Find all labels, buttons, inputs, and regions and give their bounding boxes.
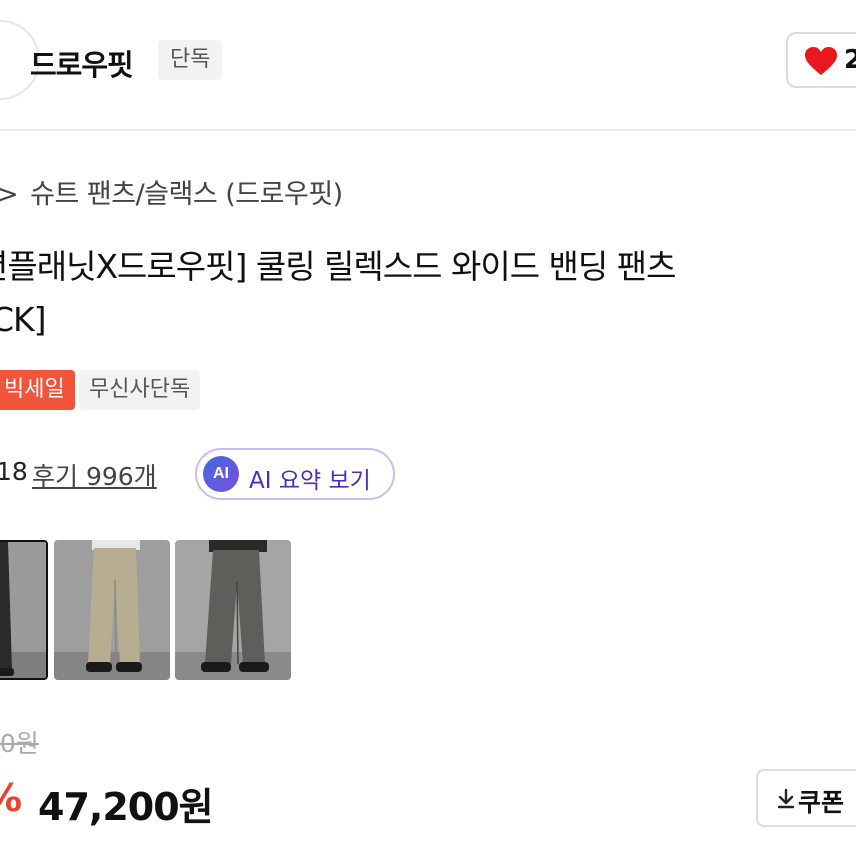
brand-exclusive-badge: 단독 [158,40,223,80]
breadcrumb[interactable]: > 슈트 팬츠/슬랙스 (드로우핏) [0,172,343,211]
color-thumbnail-charcoal[interactable] [175,540,291,680]
ai-summary-label: AI 요약 보기 [249,468,371,494]
download-icon [777,788,795,809]
discount-rate: % [0,776,22,820]
sale-price: 47,200원 [38,785,214,829]
coupon-download-button[interactable]: 쿠폰 [756,769,856,827]
rating-score: 18 [0,457,28,486]
original-price: 00원 [0,729,39,758]
product-title-line-2: ACK] [0,300,47,339]
breadcrumb-category[interactable]: 슈트 팬츠/슬랙스 (드로우핏) [30,179,343,210]
review-count-link[interactable]: 후기 996개 [32,457,157,493]
heart-icon [805,47,837,75]
like-button[interactable]: 2 [786,32,856,88]
like-count: 2 [844,45,856,75]
brand-name[interactable]: 드로우핏 [30,42,134,84]
chevron-right-icon: > [0,179,19,210]
ai-icon: AI [203,456,239,492]
header-divider [0,129,856,131]
color-thumbnail-beige[interactable] [54,540,170,680]
exclusive-tag: 무신사단독 [79,370,201,410]
color-thumbnail-black[interactable] [0,540,48,680]
ai-summary-button[interactable]: AI AI 요약 보기 [195,448,395,500]
product-title-line-1: 션플래닛X드로우핏] 쿨링 릴렉스드 와이드 밴딩 팬츠 [0,247,676,286]
sale-tag: 빅세일 [0,370,75,410]
coupon-label: 쿠폰 [798,788,845,817]
